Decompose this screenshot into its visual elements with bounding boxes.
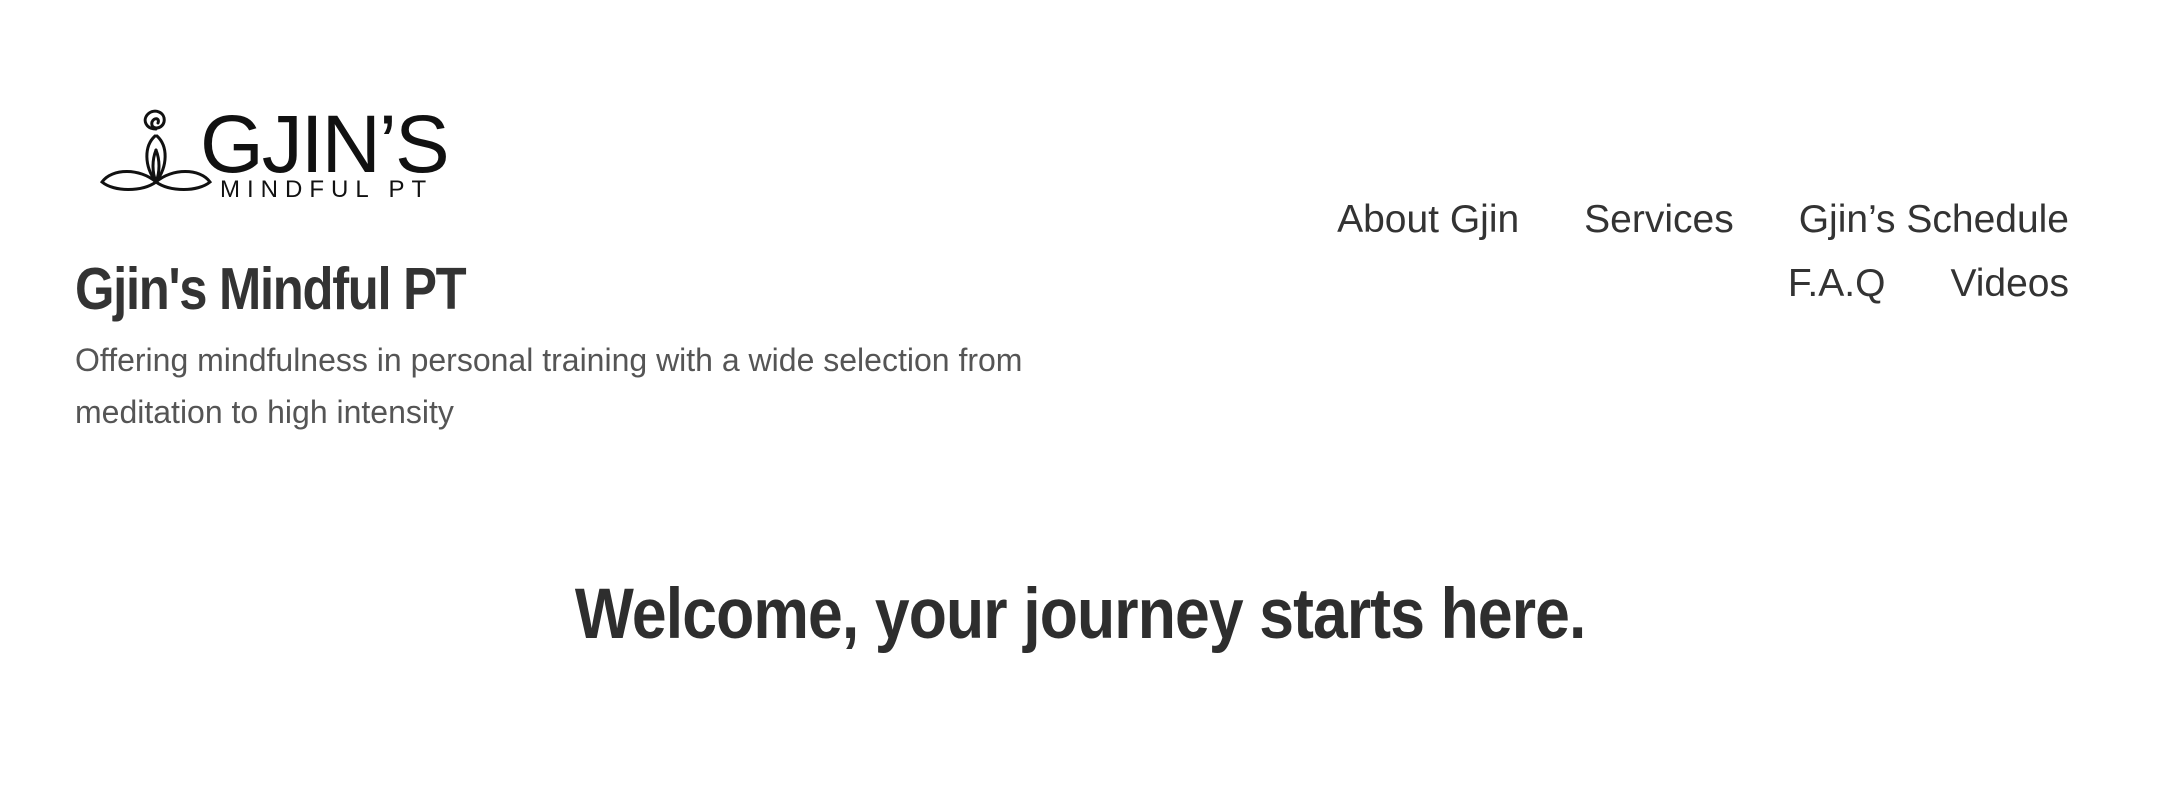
site-logo[interactable]: GJIN’S MINDFUL PT: [100, 96, 460, 206]
site-tagline: Offering mindfulness in personal trainin…: [75, 342, 1023, 430]
nav-item-videos[interactable]: Videos: [1950, 262, 2069, 306]
nav-item-services[interactable]: Services: [1584, 198, 1734, 242]
site-title[interactable]: Gjin's Mindful PT: [75, 254, 467, 324]
nav-item-about-gjin[interactable]: About Gjin: [1337, 198, 1519, 242]
logo-brand-subtext: MINDFUL PT: [220, 176, 433, 203]
nav-item-faq[interactable]: F.A.Q: [1788, 262, 1886, 306]
nav-item-gjins-schedule[interactable]: Gjin’s Schedule: [1799, 198, 2069, 242]
nav-row-1: About Gjin Services Gjin’s Schedule: [1169, 188, 2069, 252]
nav-row-2: F.A.Q Videos: [1169, 252, 2069, 316]
meditating-lotus-figure-icon: [100, 109, 213, 191]
main-navigation: About Gjin Services Gjin’s Schedule F.A.…: [1169, 188, 2069, 316]
logo-graphic: GJIN’S MINDFUL PT: [100, 99, 450, 203]
welcome-heading: Welcome, your journey starts here.: [0, 572, 2160, 658]
welcome-heading-text: Welcome, your journey starts here.: [574, 575, 1586, 654]
